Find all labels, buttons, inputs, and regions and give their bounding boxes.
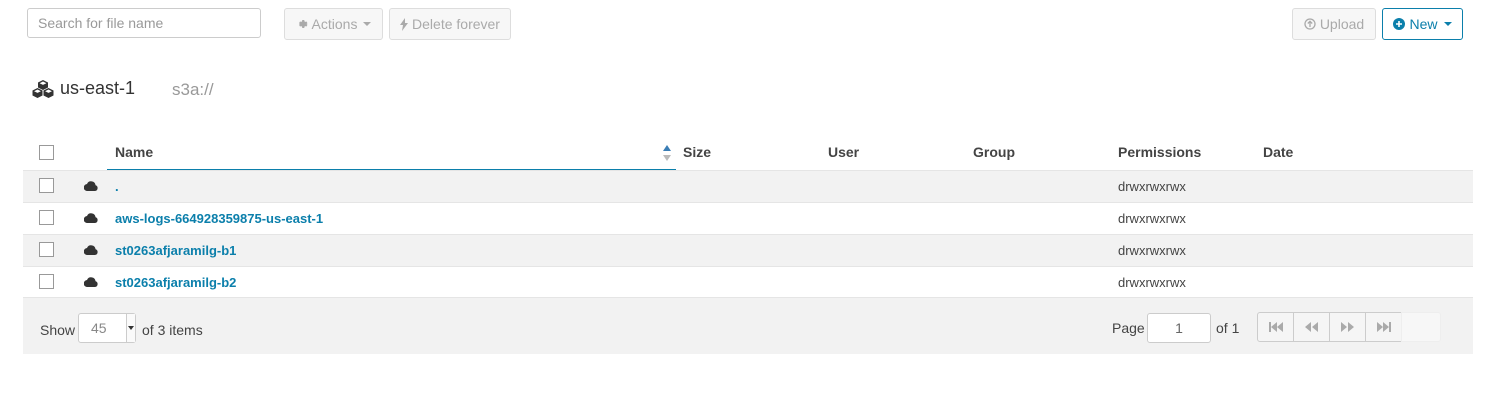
table-footer: Show 45 of 3 items Page 1 of 1 <box>23 297 1473 354</box>
table-row[interactable]: aws-logs-664928359875-us-east-1 drwxrwxr… <box>23 202 1473 234</box>
bolt-icon <box>400 17 409 31</box>
next-page-icon <box>1341 322 1354 332</box>
breadcrumb: us-east-1 <box>32 78 135 99</box>
cloud-icon <box>84 245 98 255</box>
upload-circle-icon <box>1304 18 1316 30</box>
breadcrumb-path[interactable]: s3a:// <box>172 80 214 100</box>
plus-circle-icon <box>1393 18 1406 30</box>
new-button[interactable]: New <box>1382 8 1463 40</box>
actions-label: Actions <box>311 16 358 32</box>
cubes-icon <box>32 79 54 98</box>
gear-icon <box>298 20 308 28</box>
row-checkbox[interactable] <box>39 242 54 257</box>
row-name-link[interactable]: aws-logs-664928359875-us-east-1 <box>115 211 323 226</box>
delete-forever-label: Delete forever <box>412 16 500 32</box>
cloud-icon <box>84 277 98 287</box>
table-row[interactable]: st0263afjaramilg-b2 drwxrwxrwx <box>23 266 1473 298</box>
first-page-icon <box>1268 322 1283 332</box>
name-column-header[interactable]: Name <box>107 138 676 170</box>
sort-icon <box>663 145 671 161</box>
last-page-icon <box>1376 322 1391 332</box>
table-row[interactable]: . drwxrwxrwx <box>23 170 1473 202</box>
first-page-button[interactable] <box>1257 312 1294 342</box>
row-permissions: drwxrwxrwx <box>1118 179 1186 194</box>
table-header: Name Size User Group Permissions Date <box>23 138 1473 170</box>
pagination-controls <box>1257 312 1441 342</box>
bucket-name[interactable]: us-east-1 <box>60 78 135 99</box>
upload-label: Upload <box>1319 16 1365 32</box>
row-checkbox[interactable] <box>39 210 54 225</box>
next-page-button[interactable] <box>1329 312 1366 342</box>
page-size-select[interactable]: 45 <box>78 313 136 343</box>
new-label: New <box>1409 16 1438 32</box>
search-input[interactable] <box>27 8 261 38</box>
file-table: Name Size User Group Permissions Date . … <box>23 138 1473 298</box>
last-page-button[interactable] <box>1365 312 1402 342</box>
items-count: of 3 items <box>142 322 203 338</box>
pager-spacer <box>1401 312 1441 342</box>
row-name-link[interactable]: . <box>115 179 119 194</box>
page-count: of 1 <box>1216 320 1240 336</box>
show-label: Show <box>40 322 76 338</box>
column-name: Name <box>115 144 154 160</box>
column-group[interactable]: Group <box>973 144 1015 160</box>
row-name-link[interactable]: st0263afjaramilg-b1 <box>115 243 236 258</box>
row-name-link[interactable]: st0263afjaramilg-b2 <box>115 275 236 290</box>
select-all-checkbox[interactable] <box>39 145 54 160</box>
page-label: Page <box>1112 320 1145 336</box>
cloud-icon <box>84 181 98 191</box>
upload-button[interactable]: Upload <box>1292 8 1376 40</box>
chevron-down-icon <box>126 314 135 342</box>
row-permissions: drwxrwxrwx <box>1118 243 1186 258</box>
column-date[interactable]: Date <box>1263 144 1293 160</box>
row-permissions: drwxrwxrwx <box>1118 211 1186 226</box>
delete-forever-button[interactable]: Delete forever <box>389 8 511 40</box>
row-checkbox[interactable] <box>39 274 54 289</box>
column-user[interactable]: User <box>828 144 859 160</box>
page-size-value: 45 <box>91 320 107 336</box>
page-number-input[interactable]: 1 <box>1147 313 1211 343</box>
previous-page-button[interactable] <box>1293 312 1330 342</box>
actions-button[interactable]: Actions <box>284 8 383 40</box>
row-permissions: drwxrwxrwx <box>1118 275 1186 290</box>
previous-page-icon <box>1305 322 1318 332</box>
cloud-icon <box>84 213 98 223</box>
row-checkbox[interactable] <box>39 178 54 193</box>
chevron-down-icon <box>1443 22 1452 26</box>
chevron-down-icon <box>363 22 372 26</box>
column-permissions[interactable]: Permissions <box>1118 144 1201 160</box>
column-size[interactable]: Size <box>683 144 711 160</box>
table-row[interactable]: st0263afjaramilg-b1 drwxrwxrwx <box>23 234 1473 266</box>
